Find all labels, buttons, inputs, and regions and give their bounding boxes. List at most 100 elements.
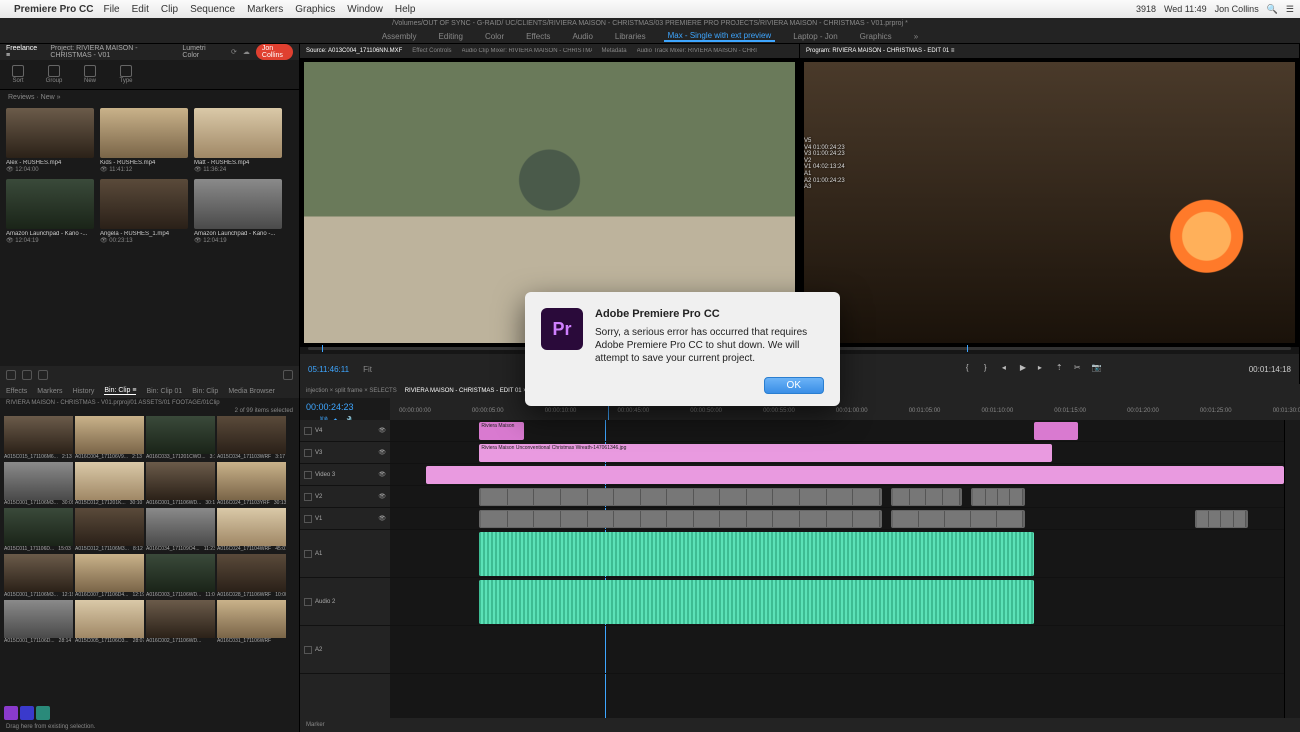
- premiere-icon[interactable]: [4, 706, 18, 720]
- project-tab-freelance[interactable]: Freelance ≡: [6, 45, 38, 59]
- user-chip[interactable]: Jon Collins: [256, 44, 293, 60]
- prog-mark-out-icon[interactable]: }: [984, 363, 996, 375]
- browser-clip[interactable]: A016C031_171106WRF: [217, 600, 286, 644]
- browser-clip[interactable]: A015C012_171201K... 30:10: [75, 462, 144, 506]
- freeform-view-icon[interactable]: [38, 370, 48, 380]
- tool-sort[interactable]: Sort: [8, 65, 28, 85]
- video-track-header[interactable]: Video 3👁: [300, 464, 390, 486]
- browser-tab[interactable]: Bin: Clip 01: [146, 388, 182, 395]
- tool-new[interactable]: New: [80, 65, 100, 85]
- lock-icon[interactable]: [304, 471, 312, 479]
- program-tab[interactable]: Program: RIVIERA MAISON - CHRISTMAS - ED…: [806, 48, 954, 54]
- browser-tab[interactable]: Bin: Clip ≡: [104, 387, 136, 395]
- browser-clip[interactable]: A016C002_171106WD...: [146, 600, 215, 644]
- extract-icon[interactable]: ✂: [1074, 363, 1086, 375]
- lock-icon[interactable]: [304, 646, 312, 654]
- browser-clip[interactable]: A015C012_171106M3... 8:12: [75, 508, 144, 552]
- lock-icon[interactable]: [304, 598, 312, 606]
- browser-clip[interactable]: A016C004_171106V9... 2:13: [75, 416, 144, 460]
- browser-clip[interactable]: A016C034_171109O4... 11:23: [146, 508, 215, 552]
- menu-edit[interactable]: Edit: [132, 4, 149, 15]
- browser-clip[interactable]: A015C015_171106M6... 2:13: [4, 416, 73, 460]
- browser-tab[interactable]: Media Browser: [228, 388, 275, 395]
- timeline-clip-v4[interactable]: [1034, 422, 1079, 440]
- source-tab-clip[interactable]: Source: A013C004_171106NN.MXF: [306, 48, 402, 54]
- source-fit[interactable]: Fit: [363, 365, 372, 374]
- browser-clip[interactable]: A016C007_171106D4... 12:19: [75, 554, 144, 598]
- timeline-clip-v2[interactable]: [479, 488, 881, 506]
- project-clip[interactable]: Alex - RUSHES.mp4👁 12:04:00: [6, 108, 94, 173]
- audio-track-header[interactable]: A2: [300, 626, 390, 674]
- ws-assembly[interactable]: Assembly: [378, 32, 421, 41]
- menubar-clock[interactable]: Wed 11:49: [1164, 4, 1207, 14]
- source-timecode[interactable]: 05:11:46:11: [308, 365, 349, 374]
- project-grid[interactable]: Alex - RUSHES.mp4👁 12:04:00Kids - RUSHES…: [0, 104, 299, 366]
- browser-path[interactable]: RIVIERA MAISON - CHRISTMAS - V01.prproj/…: [0, 398, 299, 408]
- browser-clip[interactable]: A016C028_171106WRF 10:00: [217, 554, 286, 598]
- prog-step-fwd-icon[interactable]: ▸: [1038, 363, 1050, 375]
- menu-window[interactable]: Window: [347, 4, 383, 15]
- source-tab-audioclipmixer[interactable]: Audio Clip Mixer: RIVIERA MAISON - CHRIS…: [462, 48, 592, 54]
- tool-type[interactable]: Type: [116, 65, 136, 85]
- prog-mark-in-icon[interactable]: {: [966, 363, 978, 375]
- aftereffects-icon[interactable]: [20, 706, 34, 720]
- video-track-header[interactable]: V1👁: [300, 508, 390, 530]
- project-clip[interactable]: Amazon Launchpad - Kano -...👁 12:04:19: [194, 179, 282, 244]
- ws-audio[interactable]: Audio: [568, 32, 596, 41]
- ws-effects[interactable]: Effects: [522, 32, 554, 41]
- prog-export-frame-icon[interactable]: 📷: [1092, 363, 1104, 375]
- browser-clip[interactable]: A016C024_171103YRF 30:13: [217, 462, 286, 506]
- menubar-user[interactable]: Jon Collins: [1215, 4, 1259, 14]
- timeline-clip-a2[interactable]: [479, 580, 1033, 624]
- browser-tab[interactable]: History: [73, 388, 95, 395]
- browser-clip[interactable]: A015C001_171106M3... 30:09: [4, 462, 73, 506]
- lock-icon[interactable]: [304, 427, 312, 435]
- sync-icon[interactable]: ⟳: [231, 48, 237, 56]
- browser-clip[interactable]: A015C001_171106D... 28:14: [4, 600, 73, 644]
- sequence-tab[interactable]: injection × split frame × SELECTS: [306, 388, 397, 394]
- menu-file[interactable]: File: [103, 4, 119, 15]
- timeline-clip-a1[interactable]: [479, 532, 1033, 576]
- project-clip[interactable]: Matt - RUSHES.mp4👁 11:36:24: [194, 108, 282, 173]
- menu-sequence[interactable]: Sequence: [190, 4, 235, 15]
- tool-group[interactable]: Group: [44, 65, 64, 85]
- browser-clip[interactable]: A015C034_171103WRF 3:17: [217, 416, 286, 460]
- browser-clip[interactable]: A016C001_171106WD... 30:10: [146, 462, 215, 506]
- ws-editing[interactable]: Editing: [435, 32, 467, 41]
- video-track-header[interactable]: V4👁: [300, 420, 390, 442]
- audition-icon[interactable]: [36, 706, 50, 720]
- sequence-tab[interactable]: RIVIERA MAISON - CHRISTMAS - EDIT 01 ×: [405, 388, 527, 394]
- browser-clip[interactable]: A015C011_171106D... 15:03: [4, 508, 73, 552]
- ws-graphics2[interactable]: Graphics: [856, 32, 896, 41]
- icon-view-icon[interactable]: [22, 370, 32, 380]
- browser-clip[interactable]: A015C005_171106O3... 28:07: [75, 600, 144, 644]
- browser-clip[interactable]: A015C001_171106M3... 12:19: [4, 554, 73, 598]
- source-tab-metadata[interactable]: Metadata: [602, 48, 627, 54]
- project-clip[interactable]: Kids - RUSHES.mp4👁 11:41:12: [100, 108, 188, 173]
- timeline-clip-v2[interactable]: [971, 488, 1025, 506]
- menu-help[interactable]: Help: [395, 4, 416, 15]
- ws-color[interactable]: Color: [481, 32, 508, 41]
- timeline-clip-v2[interactable]: [891, 488, 963, 506]
- browser-clip[interactable]: A016C033_171201CWO... 3:13: [146, 416, 215, 460]
- browser-tab[interactable]: Effects: [6, 388, 27, 395]
- audio-track-lane[interactable]: [390, 626, 1284, 674]
- prog-step-back-icon[interactable]: ◂: [1002, 363, 1014, 375]
- timeline-clip-v1[interactable]: [891, 510, 1025, 528]
- lock-icon[interactable]: [304, 493, 312, 501]
- source-tab-audiotrackmixer[interactable]: Audio Track Mixer: RIVIERA MAISON - CHRI…: [637, 48, 757, 54]
- project-tab-lumetri[interactable]: Lumetri Color: [182, 45, 219, 59]
- lock-icon[interactable]: [304, 515, 312, 523]
- project-tab-project[interactable]: Project: RIVIERA MAISON - CHRISTMAS - V0…: [50, 45, 170, 59]
- list-view-icon[interactable]: [6, 370, 16, 380]
- menu-graphics[interactable]: Graphics: [295, 4, 335, 15]
- ws-custom-max[interactable]: Max - Single with ext preview: [664, 31, 776, 42]
- lock-icon[interactable]: [304, 449, 312, 457]
- prog-play-icon[interactable]: ▶: [1020, 363, 1032, 375]
- source-tab-effectcontrols[interactable]: Effect Controls: [412, 48, 451, 54]
- new-item-icon[interactable]: [283, 370, 293, 380]
- lift-icon[interactable]: ⇡: [1056, 363, 1068, 375]
- browser-grid[interactable]: A015C015_171106M6... 2:13A016C004_171106…: [0, 414, 299, 704]
- program-viewer[interactable]: V5V4 01:00:24:23V3 01:00:24:23V2V1 04:02…: [800, 58, 1299, 347]
- timeline-clip-v3[interactable]: Riviera Maison Unconventional Christmas …: [479, 444, 1051, 462]
